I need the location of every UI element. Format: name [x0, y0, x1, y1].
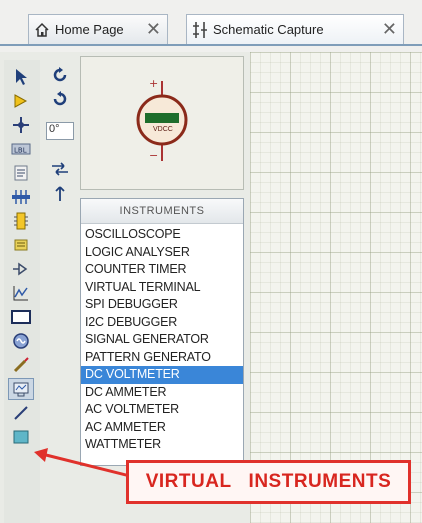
graph-mode-button[interactable] [8, 282, 34, 304]
virtual-instrument-icon [12, 380, 30, 398]
tab-label: Home Page [55, 22, 124, 37]
instrument-item[interactable]: PATTERN GENERATO [81, 349, 243, 367]
junction-mode-button[interactable] [8, 114, 34, 136]
instrument-item[interactable]: LOGIC ANALYSER [81, 244, 243, 262]
instrument-item[interactable]: SIGNAL GENERATOR [81, 331, 243, 349]
line-mode-button[interactable] [8, 402, 34, 424]
subcircuit-icon [13, 211, 29, 231]
wire-label-mode-button[interactable]: LBL [8, 138, 34, 160]
box-icon [12, 428, 30, 446]
instrument-item[interactable]: I2C DEBUGGER [81, 314, 243, 332]
virtual-instruments-mode-button[interactable] [8, 378, 34, 400]
schematic-editing-canvas[interactable] [250, 52, 422, 523]
instrument-item[interactable]: AC VOLTMETER [81, 401, 243, 419]
preview-device-label: VDCC [153, 126, 173, 133]
schematic-icon [191, 21, 209, 39]
generator-mode-button[interactable] [8, 330, 34, 352]
instrument-list: OSCILLOSCOPE LOGIC ANALYSER COUNTER TIMER V… [81, 224, 243, 454]
junction-icon [12, 116, 30, 134]
svg-text:+: + [149, 77, 158, 90]
rotate-clockwise-button[interactable] [48, 66, 72, 88]
probe-icon [12, 356, 30, 374]
text-script-mode-button[interactable] [8, 162, 34, 184]
tab-bar: Home Page ✕ Schematic Capture ✕ [0, 0, 422, 52]
callout-arrow [34, 448, 131, 478]
close-icon[interactable]: ✕ [382, 19, 397, 40]
rotate-anticlockwise-button[interactable] [48, 90, 72, 112]
close-icon[interactable]: ✕ [146, 19, 161, 40]
bus-mode-button[interactable] [8, 186, 34, 208]
tape-icon [11, 309, 31, 325]
pin-icon [12, 260, 30, 278]
svg-text:LBL: LBL [14, 147, 27, 155]
voltage-probe-mode-button[interactable] [8, 354, 34, 376]
mirror-vertical-icon [53, 184, 67, 207]
text-script-icon [13, 164, 29, 182]
device-preview: + − VDCC [80, 56, 244, 190]
instrument-item[interactable]: COUNTER TIMER [81, 261, 243, 279]
label-icon: LBL [11, 141, 31, 157]
virtual-instruments-callout: VIRTUAL INSTRUMENTS [126, 460, 411, 504]
svg-text:−: − [149, 149, 158, 162]
pointer-icon [13, 68, 29, 86]
instrument-item[interactable]: DC AMMETER [81, 384, 243, 402]
tape-recorder-mode-button[interactable] [8, 306, 34, 328]
component-mode-button[interactable] [8, 90, 34, 112]
generator-icon [12, 332, 30, 350]
orientation-toolbar [44, 60, 76, 220]
line-icon [12, 404, 30, 422]
mirror-horizontal-icon [51, 161, 69, 181]
terminal-icon [12, 236, 30, 254]
rotate-anticlockwise-icon [51, 90, 69, 113]
device-pins-mode-button[interactable] [8, 258, 34, 280]
bus-icon [11, 188, 31, 206]
terminals-mode-button[interactable] [8, 234, 34, 256]
rotate-clockwise-icon [51, 66, 69, 89]
component-icon [12, 92, 30, 110]
rotation-angle-field[interactable]: 0° [46, 122, 74, 140]
voltmeter-preview-symbol: + − [136, 77, 188, 162]
instruments-panel: INSTRUMENTS OSCILLOSCOPE LOGIC ANALYSER CO… [80, 198, 244, 466]
home-icon [33, 21, 51, 39]
instrument-item[interactable]: OSCILLOSCOPE [81, 226, 243, 244]
instrument-item[interactable]: AC AMMETER [81, 419, 243, 437]
instrument-item[interactable]: SPI DEBUGGER [81, 296, 243, 314]
mirror-vertical-button[interactable] [48, 184, 72, 206]
instruments-panel-header: INSTRUMENTS [81, 199, 243, 224]
graph-icon [12, 284, 30, 302]
instrument-item[interactable]: DC VOLTMETER [81, 366, 243, 384]
selection-mode-button[interactable] [8, 66, 34, 88]
mirror-horizontal-button[interactable] [48, 160, 72, 182]
instrument-item[interactable]: VIRTUAL TERMINAL [81, 279, 243, 297]
tab-schematic-capture[interactable]: Schematic Capture ✕ [186, 14, 404, 44]
tab-home-page[interactable]: Home Page ✕ [28, 14, 168, 44]
tab-label: Schematic Capture [213, 22, 324, 37]
tab-underline [0, 44, 422, 46]
subcircuit-mode-button[interactable] [8, 210, 34, 232]
